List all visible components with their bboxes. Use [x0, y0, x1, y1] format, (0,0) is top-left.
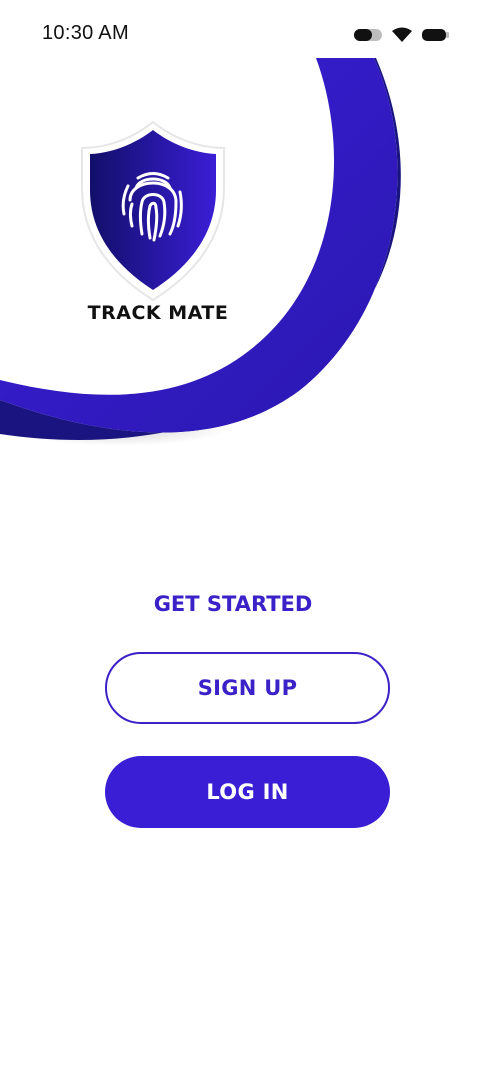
get-started-heading: GET STARTED — [153, 592, 313, 616]
status-time: 10:30 AM — [42, 22, 129, 44]
brand-logo: TRACK MATE — [70, 118, 240, 338]
battery-icon — [422, 29, 449, 41]
sign-up-button[interactable]: SIGN UP — [105, 652, 390, 724]
shield-fingerprint-icon — [81, 120, 225, 302]
wifi-icon — [392, 27, 412, 42]
status-icons — [354, 27, 449, 42]
log-in-button[interactable]: LOG IN — [105, 756, 390, 828]
toggle-icon — [354, 29, 382, 41]
welcome-screen: 10:30 AM TRACK MATE GET STARTED SIGN UP … — [0, 0, 496, 1080]
brand-name: TRACK MATE — [87, 302, 229, 324]
